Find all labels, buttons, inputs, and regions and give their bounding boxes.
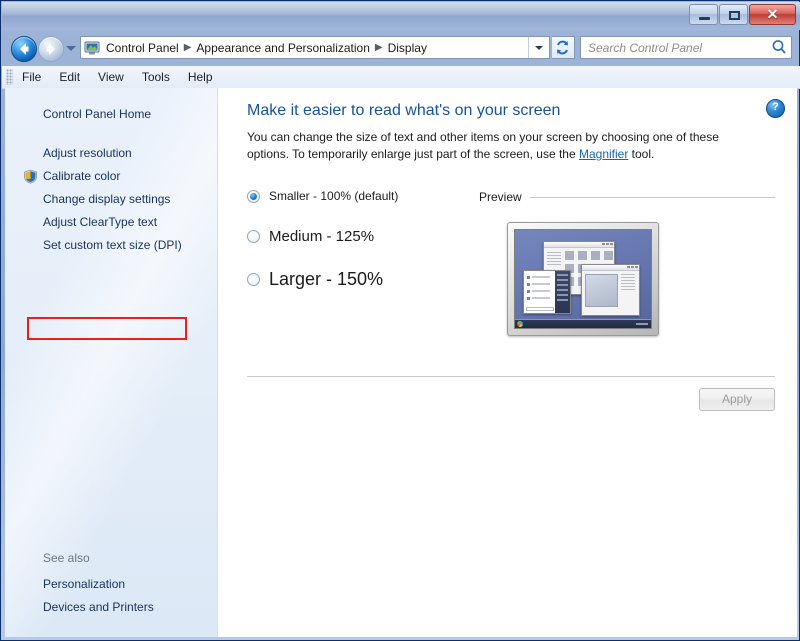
page-title: Make it easier to read what's on your sc… <box>247 102 561 119</box>
search-box[interactable]: Search Control Panel <box>580 36 792 59</box>
forward-arrow-icon <box>46 43 55 55</box>
help-icon: ? <box>772 101 779 113</box>
content-area: Control Panel Home Adjust resolution Cal… <box>5 88 797 637</box>
breadcrumb: Control Panel ▶ Appearance and Personali… <box>102 39 431 57</box>
minimize-icon <box>699 17 710 20</box>
close-icon: ✕ <box>766 6 779 22</box>
preview-text-lines <box>547 252 561 267</box>
preview-divider <box>529 196 775 198</box>
apply-button[interactable]: Apply <box>699 388 775 411</box>
navigation-bar: Control Panel ▶ Appearance and Personali… <box>2 30 800 66</box>
sidebar-item-calibrate-color[interactable]: Calibrate color <box>5 165 217 188</box>
maximize-button[interactable] <box>719 4 748 25</box>
shield-icon <box>23 169 38 184</box>
recent-pages-button[interactable] <box>66 46 76 51</box>
preview-window-titlebar <box>582 265 639 271</box>
preview-system-tray <box>636 323 648 325</box>
address-bar[interactable]: Control Panel ▶ Appearance and Personali… <box>80 36 550 59</box>
menu-file[interactable]: File <box>13 67 50 87</box>
maximize-icon <box>729 11 740 20</box>
radio-indicator <box>247 230 260 243</box>
refresh-button[interactable] <box>552 36 575 59</box>
scaling-options-group: Smaller - 100% (default) Medium - 125% L… <box>247 189 479 336</box>
title-bar[interactable]: ✕ <box>2 2 800 30</box>
breadcrumb-separator: ▶ <box>183 42 192 53</box>
help-button[interactable]: ? <box>766 99 785 118</box>
sidebar-item-set-custom-text-size[interactable]: Set custom text size (DPI) <box>5 234 217 257</box>
breadcrumb-separator: ▶ <box>374 42 383 53</box>
refresh-icon <box>557 40 568 55</box>
breadcrumb-item-appearance[interactable]: Appearance and Personalization <box>192 39 373 57</box>
preview-section: Preview <box>479 189 775 336</box>
preview-taskbar <box>515 319 651 328</box>
preview-window-document <box>581 264 640 316</box>
sidebar-item-adjust-cleartype-text[interactable]: Adjust ClearType text <box>5 211 217 234</box>
annotation-highlight-box <box>27 317 187 340</box>
back-arrow-icon <box>20 43 29 55</box>
radio-indicator <box>247 273 260 286</box>
chevron-down-icon[interactable] <box>528 37 549 58</box>
radio-option-larger[interactable]: Larger - 150% <box>247 269 479 290</box>
radio-label-larger: Larger - 150% <box>269 269 384 289</box>
preview-document-body <box>585 274 618 307</box>
minimize-button[interactable] <box>689 4 718 25</box>
sidebar: Control Panel Home Adjust resolution Cal… <box>5 88 218 637</box>
window-controls: ✕ <box>688 4 796 25</box>
radio-indicator <box>247 189 260 203</box>
sidebar-item-label: Calibrate color <box>43 169 121 183</box>
description-text-after: tool. <box>628 147 655 161</box>
titlebar-glow <box>2 2 800 16</box>
see-also-title: See also <box>43 551 90 565</box>
sidebar-item-control-panel-home[interactable]: Control Panel Home <box>5 103 217 126</box>
preview-header: Preview <box>479 190 775 204</box>
close-button[interactable]: ✕ <box>749 4 796 25</box>
sidebar-item-personalization[interactable]: Personalization <box>5 573 217 596</box>
menu-view[interactable]: View <box>89 67 133 87</box>
preview-start-right-pane <box>555 271 570 313</box>
search-icon <box>769 37 791 58</box>
main-pane: ? Make it easier to read what's on your … <box>218 88 797 637</box>
start-orb-icon <box>517 321 523 327</box>
preview-monitor <box>507 222 659 336</box>
magnifier-link[interactable]: Magnifier <box>579 147 628 161</box>
sidebar-item-change-display-settings[interactable]: Change display settings <box>5 188 217 211</box>
radio-label-smaller: Smaller - 100% (default) <box>269 189 399 203</box>
radio-option-smaller[interactable]: Smaller - 100% (default) <box>247 189 479 203</box>
monitor-icon <box>84 40 100 56</box>
page-description: You can change the size of text and othe… <box>247 129 755 163</box>
preview-window-start-menu <box>523 270 571 314</box>
search-input[interactable]: Search Control Panel <box>588 41 769 55</box>
preview-label: Preview <box>479 190 522 204</box>
preview-start-search-box <box>526 307 554 311</box>
footer-divider <box>247 376 775 377</box>
display-settings-window: ✕ Control Panel ▶ Appearance and Persona… <box>0 0 800 641</box>
menu-bar: File Edit View Tools Help <box>2 66 800 89</box>
back-button[interactable] <box>11 36 37 62</box>
preview-screen <box>514 229 652 329</box>
radio-option-medium[interactable]: Medium - 125% <box>247 228 479 245</box>
menu-tools[interactable]: Tools <box>133 67 179 87</box>
menu-edit[interactable]: Edit <box>50 67 89 87</box>
menu-grip-handle[interactable] <box>6 69 13 85</box>
forward-button[interactable] <box>38 36 64 62</box>
options-row: Smaller - 100% (default) Medium - 125% L… <box>247 189 775 336</box>
sidebar-item-adjust-resolution[interactable]: Adjust resolution <box>5 142 217 165</box>
breadcrumb-item-display[interactable]: Display <box>384 39 431 57</box>
sidebar-item-devices-and-printers[interactable]: Devices and Printers <box>5 596 217 619</box>
see-also-section: See also Personalization Devices and Pri… <box>5 547 217 619</box>
preview-text-lines <box>621 274 635 292</box>
breadcrumb-item-control-panel[interactable]: Control Panel <box>102 39 183 57</box>
radio-label-medium: Medium - 125% <box>269 228 375 245</box>
preview-window-titlebar <box>544 242 614 248</box>
menu-help[interactable]: Help <box>179 67 222 87</box>
